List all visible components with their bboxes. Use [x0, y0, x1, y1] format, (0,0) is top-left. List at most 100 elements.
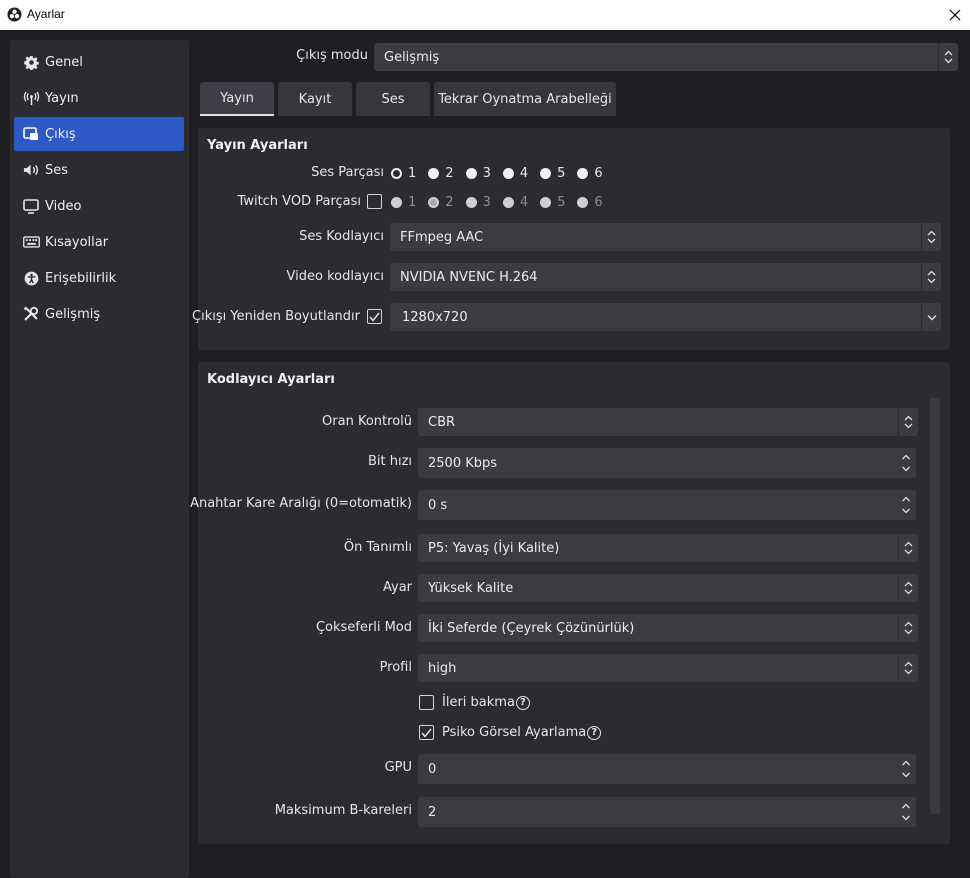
monitor-icon — [22, 197, 40, 215]
keyboard-icon — [22, 233, 40, 251]
max-bframes-value: 2 — [428, 804, 437, 820]
updown-arrows-icon — [898, 534, 918, 562]
checkmark-icon — [369, 312, 380, 322]
window-title: Ayarlar — [27, 7, 65, 21]
max-bframes-label: Maksimum B-kareleri — [274, 803, 412, 818]
lookahead-checkbox[interactable] — [419, 695, 434, 710]
accessibility-icon — [22, 269, 40, 287]
audio-track-radio-1[interactable]: 1 — [391, 166, 416, 181]
help-icon[interactable]: ? — [587, 725, 602, 740]
radio-icon — [465, 197, 477, 208]
preset-select[interactable]: P5: Yavaş (İyi Kalite) — [418, 534, 918, 562]
sidebar-item-accessibility[interactable]: Erişebilirlik — [14, 261, 184, 295]
broadcast-icon — [22, 89, 40, 107]
obs-logo-icon — [7, 7, 22, 22]
twitch-vod-radio-2[interactable]: 2 — [428, 195, 454, 210]
radio-icon — [540, 197, 552, 208]
spin-arrows-icon[interactable] — [896, 448, 916, 478]
output-mode-select[interactable]: Gelişmiş — [374, 43, 958, 71]
radio-icon — [502, 168, 514, 179]
radio-icon — [465, 168, 477, 179]
profile-label: Profil — [379, 660, 412, 675]
spin-arrows-icon[interactable] — [896, 490, 916, 520]
psycho-visual-label-text: Psiko Görsel Ayarlama — [442, 725, 587, 740]
twitch-vod-checkbox[interactable] — [367, 194, 382, 209]
sidebar-item-output[interactable]: Çıkış — [14, 117, 184, 151]
output-icon — [22, 125, 40, 143]
updown-arrows-icon — [938, 43, 958, 71]
spin-arrows-icon[interactable] — [896, 754, 916, 784]
group-title: Kodlayıcı Ayarları — [207, 372, 335, 387]
rate-control-label: Oran Kontrolü — [322, 414, 412, 429]
audio-track-radio-5[interactable]: 5 — [540, 166, 565, 181]
twitch-vod-radio-6[interactable]: 6 — [577, 195, 603, 210]
twitch-vod-radio-1[interactable]: 1 — [391, 195, 416, 210]
output-mode-value: Gelişmiş — [384, 49, 440, 65]
radio-icon — [502, 197, 514, 208]
title-bar: Ayarlar — [0, 0, 970, 30]
help-icon[interactable]: ? — [515, 695, 530, 710]
updown-arrows-icon — [898, 408, 918, 436]
tab-recording[interactable]: Kayıt — [278, 82, 352, 116]
sidebar-item-video[interactable]: Video — [14, 189, 184, 223]
psycho-visual-checkbox[interactable] — [419, 725, 434, 740]
rescale-checkbox[interactable] — [367, 309, 382, 324]
audio-track-radio-2[interactable]: 2 — [428, 166, 454, 181]
twitch-vod-radio-4[interactable]: 4 — [502, 195, 528, 210]
updown-arrows-icon — [921, 223, 941, 251]
multipass-value: İki Seferde (Çeyrek Çözünürlük) — [428, 620, 635, 636]
rate-control-value: CBR — [428, 414, 456, 430]
sidebar-item-stream[interactable]: Yayın — [14, 81, 184, 115]
twitch-vod-radio-3[interactable]: 3 — [465, 195, 491, 210]
max-bframes-spinbox[interactable]: 2 — [418, 797, 916, 827]
radio-icon — [391, 197, 402, 208]
profile-select[interactable]: high — [418, 654, 918, 682]
rescale-label: Çıkışı Yeniden Boyutlandır — [192, 309, 360, 324]
output-mode-label: Çıkış modu — [296, 48, 368, 63]
sidebar-item-label: Video — [45, 198, 82, 214]
tuning-value: Yüksek Kalite — [428, 580, 514, 596]
sidebar-item-hotkeys[interactable]: Kısayollar — [14, 225, 184, 259]
rate-control-select[interactable]: CBR — [418, 408, 918, 436]
gpu-spinbox[interactable]: 0 — [418, 754, 916, 784]
sidebar-item-label: Genel — [45, 54, 83, 70]
sidebar-item-label: Çıkış — [45, 126, 76, 142]
radio-selected-icon — [391, 168, 402, 179]
rescale-resolution-select[interactable]: 1280x720 — [390, 303, 941, 331]
sidebar-item-general[interactable]: Genel — [14, 45, 184, 79]
settings-sidebar: Genel Yayın Çıkış Ses Video Kısayollar E… — [10, 40, 189, 878]
audio-track-radio-6[interactable]: 6 — [577, 166, 603, 181]
audio-encoder-value: FFmpeg AAC — [400, 229, 484, 245]
video-encoder-value: NVIDIA NVENC H.264 — [400, 269, 538, 285]
updown-arrows-icon — [921, 263, 941, 291]
radio-icon — [577, 197, 589, 208]
spin-arrows-icon[interactable] — [896, 797, 916, 827]
radio-icon — [540, 168, 552, 179]
tuning-select[interactable]: Yüksek Kalite — [418, 574, 918, 602]
audio-track-radio-group: 1 2 3 4 5 6 — [391, 166, 615, 181]
video-encoder-select[interactable]: NVIDIA NVENC H.264 — [390, 263, 941, 291]
sidebar-item-audio[interactable]: Ses — [14, 153, 184, 187]
radio-icon — [577, 168, 589, 179]
audio-track-radio-4[interactable]: 4 — [502, 166, 528, 181]
gear-icon — [22, 53, 40, 71]
tab-audio[interactable]: Ses — [356, 82, 430, 116]
twitch-vod-radio-5[interactable]: 5 — [540, 195, 565, 210]
updown-arrows-icon — [898, 614, 918, 642]
keyframe-interval-spinbox[interactable]: 0 s — [418, 490, 916, 520]
sidebar-item-advanced[interactable]: Gelişmiş — [14, 297, 184, 331]
video-encoder-label: Video kodlayıcı — [286, 269, 384, 284]
checkmark-icon — [421, 728, 432, 738]
bitrate-spinbox[interactable]: 2500 Kbps — [418, 448, 916, 478]
audio-track-radio-3[interactable]: 3 — [465, 166, 491, 181]
audio-encoder-select[interactable]: FFmpeg AAC — [390, 223, 941, 251]
multipass-select[interactable]: İki Seferde (Çeyrek Çözünürlük) — [418, 614, 918, 642]
tab-stream[interactable]: Yayın — [200, 82, 274, 116]
sidebar-item-label: Kısayollar — [45, 234, 109, 250]
keyframe-interval-value: 0 s — [428, 497, 448, 513]
encoder-settings-scrollbar[interactable] — [930, 398, 940, 814]
tab-replay-buffer[interactable]: Tekrar Oynatma Arabelleği — [434, 82, 616, 116]
close-button[interactable] — [940, 0, 970, 30]
close-icon — [949, 9, 961, 21]
updown-arrows-icon — [898, 654, 918, 682]
